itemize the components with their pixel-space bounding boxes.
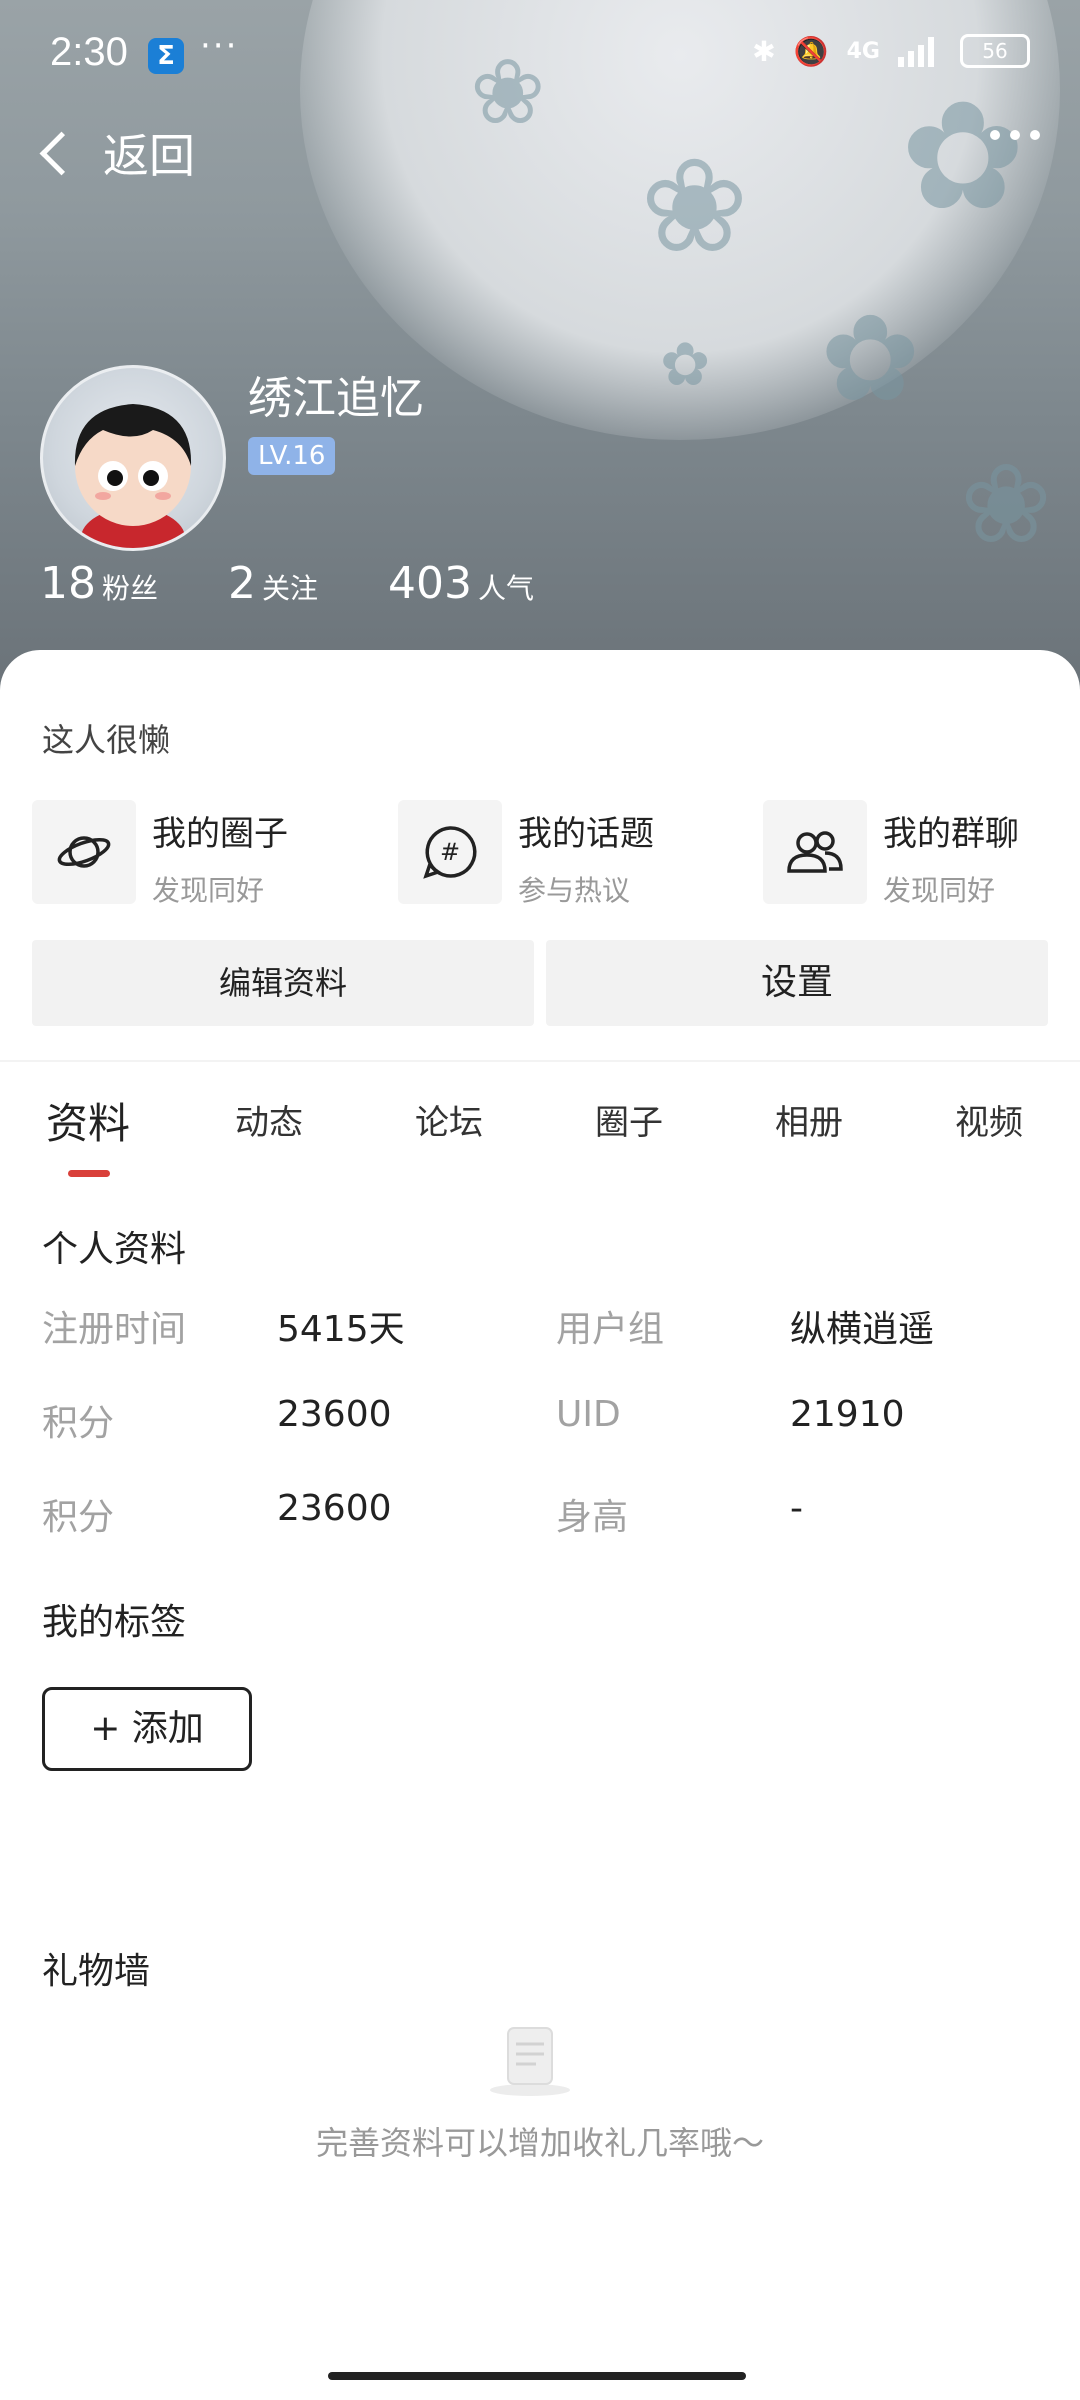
add-tag-button[interactable]: + 添加 bbox=[42, 1687, 252, 1771]
avatar[interactable] bbox=[40, 365, 226, 551]
mute-icon: 🔕 bbox=[793, 34, 829, 68]
stat-following[interactable]: 2 关注 bbox=[228, 558, 318, 609]
field-value: - bbox=[790, 1488, 803, 1529]
field-label: 注册时间 bbox=[42, 1309, 187, 1350]
status-icons: ✱ 🔕 4G 56 bbox=[752, 34, 1030, 68]
flower-decoration-icon: ❀ bbox=[960, 440, 1053, 568]
level-badge: LV.16 bbox=[248, 437, 336, 475]
stat-label: 关注 bbox=[262, 572, 319, 605]
field-label: 积分 bbox=[42, 1497, 115, 1538]
tab-videos[interactable]: 视频 bbox=[955, 1095, 1023, 1144]
stat-label: 人气 bbox=[478, 572, 535, 605]
quick-link-subtitle: 发现同好 bbox=[152, 874, 265, 907]
divider bbox=[0, 1060, 1080, 1062]
profile-tabs: 资料 动态 论坛 圈子 相册 视频 bbox=[0, 1090, 1080, 1170]
quick-link-topics[interactable]: # 我的话题参与热议 bbox=[398, 800, 654, 909]
stat-value: 18 bbox=[40, 558, 96, 609]
back-button[interactable]: 返回 bbox=[36, 120, 195, 186]
quick-link-subtitle: 参与热议 bbox=[518, 874, 631, 907]
back-label: 返回 bbox=[103, 129, 195, 183]
gift-wall-title: 礼物墙 bbox=[42, 1951, 151, 1992]
back-arrow-icon bbox=[39, 131, 84, 175]
svg-text:#: # bbox=[440, 838, 460, 866]
more-notifications-icon: ··· bbox=[200, 26, 239, 66]
field-label: 身高 bbox=[556, 1497, 629, 1538]
home-indicator[interactable] bbox=[328, 2372, 746, 2380]
stat-value: 403 bbox=[388, 558, 473, 609]
stat-followers[interactable]: 18 粉丝 bbox=[40, 558, 158, 609]
cartoon-avatar-icon bbox=[74, 404, 192, 548]
dot bbox=[990, 130, 1000, 140]
stat-popularity[interactable]: 403 人气 bbox=[388, 558, 534, 609]
flower-decoration-icon: ❀ bbox=[640, 130, 749, 282]
tab-circles[interactable]: 圈子 bbox=[595, 1095, 663, 1144]
more-options-button[interactable] bbox=[990, 130, 1040, 140]
status-bar: 2:30 Σ ··· ✱ 🔕 4G 56 bbox=[0, 0, 1080, 110]
battery-icon: 56 bbox=[960, 34, 1030, 68]
planet-icon bbox=[32, 800, 136, 904]
flower-decoration-icon: ✿ bbox=[660, 330, 711, 400]
status-time: 2:30 bbox=[50, 30, 128, 74]
app-notification-icon: Σ bbox=[148, 38, 184, 74]
quick-link-title: 我的圈子 bbox=[152, 814, 288, 854]
field-value: 纵横逍遥 bbox=[790, 1309, 935, 1350]
field-value: 21910 bbox=[790, 1394, 905, 1435]
field-value: 23600 bbox=[277, 1488, 392, 1529]
quick-link-title: 我的话题 bbox=[518, 814, 654, 854]
tab-profile-info[interactable]: 资料 bbox=[46, 1090, 130, 1151]
quick-link-circles[interactable]: 我的圈子 发现同好 bbox=[32, 800, 288, 909]
username: 绣江追忆 bbox=[248, 373, 424, 424]
quick-link-subtitle: 发现同好 bbox=[883, 874, 996, 907]
personal-info-title: 个人资料 bbox=[42, 1229, 187, 1270]
field-value: 5415天 bbox=[277, 1309, 405, 1350]
active-tab-indicator bbox=[68, 1170, 110, 1177]
dot bbox=[1010, 130, 1020, 140]
tags-title: 我的标签 bbox=[42, 1602, 187, 1643]
gift-wall-empty-text: 完善资料可以增加收礼几率哦～ bbox=[315, 2124, 764, 2162]
settings-button[interactable]: 设置 bbox=[546, 940, 1048, 1026]
field-label: 用户组 bbox=[556, 1309, 665, 1350]
stat-value: 2 bbox=[228, 558, 257, 609]
tab-forum[interactable]: 论坛 bbox=[415, 1095, 483, 1144]
bluetooth-icon: ✱ bbox=[752, 34, 776, 68]
profile-card: 这人很懒 我的圈子发现同好 # 我的话题参与热议 我的群聊发现同好 编辑资料 设… bbox=[0, 650, 1080, 2400]
field-label: UID bbox=[556, 1394, 621, 1435]
bio-text: 这人很懒 bbox=[42, 721, 171, 759]
network-type: 4G bbox=[846, 38, 880, 64]
quick-link-groups[interactable]: 我的群聊 发现同好 bbox=[763, 800, 1019, 909]
dot bbox=[1030, 130, 1040, 140]
field-value: 23600 bbox=[277, 1394, 392, 1435]
tab-activity[interactable]: 动态 bbox=[235, 1095, 303, 1144]
empty-gift-icon bbox=[490, 2027, 570, 2096]
group-users-icon bbox=[763, 800, 867, 904]
stat-label: 粉丝 bbox=[102, 572, 159, 605]
quick-link-title: 我的群聊 bbox=[883, 814, 1019, 854]
tab-albums[interactable]: 相册 bbox=[775, 1095, 843, 1144]
signal-icon bbox=[898, 37, 934, 67]
edit-profile-button[interactable]: 编辑资料 bbox=[32, 940, 534, 1026]
field-label: 积分 bbox=[42, 1403, 115, 1444]
hashtag-bubble-icon: # bbox=[398, 800, 502, 904]
profile-stats: 18 粉丝 2 关注 403 人气 bbox=[40, 558, 534, 609]
flower-decoration-icon: ✿ bbox=[820, 290, 921, 429]
